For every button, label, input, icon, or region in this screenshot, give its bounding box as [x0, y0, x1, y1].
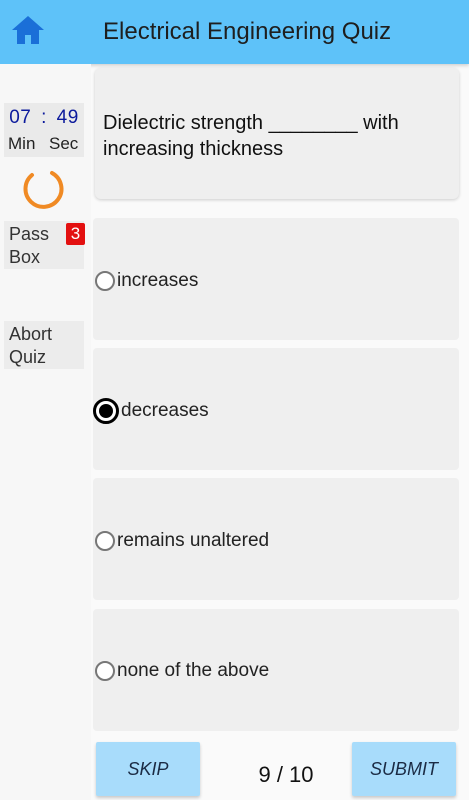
option-label: remains unaltered	[117, 530, 270, 551]
abort-label-line1: Abort	[9, 324, 53, 344]
timer-separator: :	[41, 107, 47, 128]
radio-unselected-icon[interactable]	[95, 271, 115, 291]
pass-box-button[interactable]: Pass Box 3	[4, 221, 85, 269]
submit-button[interactable]: SUBMIT	[352, 742, 456, 796]
option-label: decreases	[121, 400, 209, 421]
option-3[interactable]: remains unaltered	[93, 478, 459, 600]
timer-digits: 07 : 49	[4, 107, 84, 129]
loading-spinner-icon	[22, 167, 66, 211]
option-2[interactable]: decreases	[93, 348, 459, 470]
radio-selected-icon[interactable]	[93, 398, 119, 424]
home-icon	[10, 14, 46, 51]
timer-seconds: 49	[56, 107, 79, 128]
question-progress: 9 / 10	[258, 762, 314, 787]
app-header: Electrical Engineering Quiz	[0, 0, 469, 64]
option-label: none of the above	[117, 660, 270, 681]
option-label: increases	[117, 270, 199, 291]
question-text: Dielectric strength ________ with increa…	[103, 112, 399, 160]
radio-unselected-icon[interactable]	[95, 531, 115, 551]
timer-sec-label: Sec	[49, 134, 79, 153]
skip-button[interactable]: SKIP	[96, 742, 200, 796]
abort-label-line2: Quiz	[9, 347, 47, 367]
option-4[interactable]: none of the above	[93, 609, 459, 731]
option-1[interactable]: increases	[93, 218, 459, 340]
timer-min-label: Min	[8, 134, 36, 153]
countdown-timer: 07 : 49 Min Sec	[4, 103, 84, 157]
radio-unselected-icon[interactable]	[95, 661, 115, 681]
pass-box-label-line2: Box	[9, 247, 41, 267]
pass-count-badge: 3	[66, 223, 85, 245]
abort-quiz-button[interactable]: Abort Quiz	[4, 321, 84, 369]
question-card: Dielectric strength ________ with increa…	[95, 68, 459, 199]
timer-minutes: 07	[9, 107, 32, 128]
home-button[interactable]	[8, 12, 48, 52]
page-title: Electrical Engineering Quiz	[103, 18, 392, 45]
